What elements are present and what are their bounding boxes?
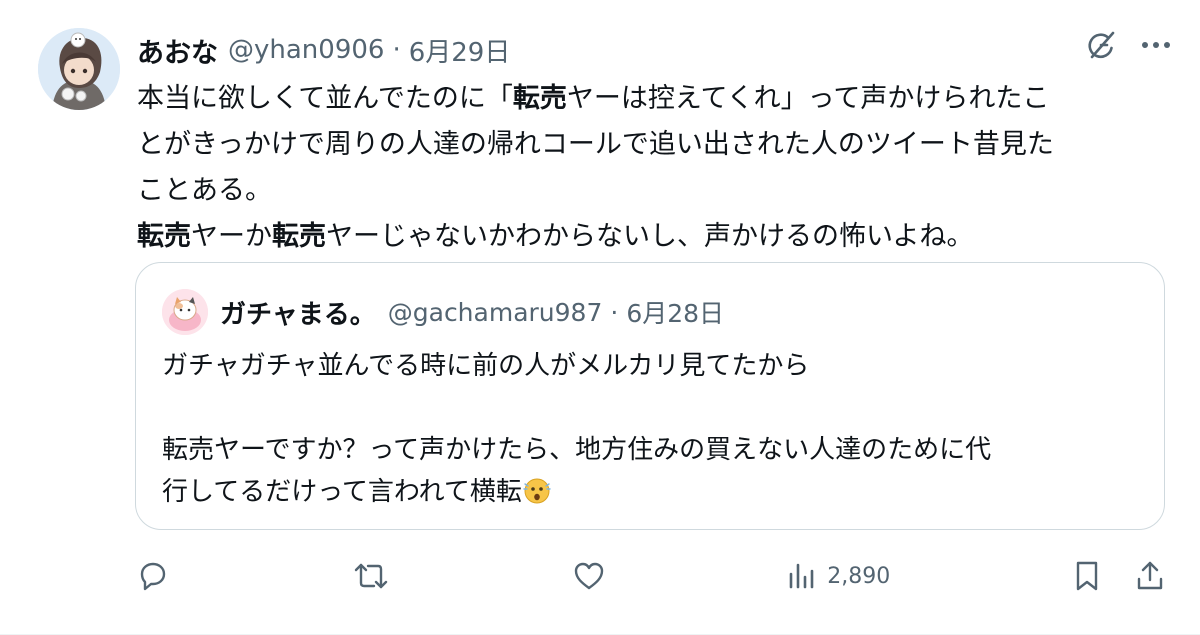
more-icon[interactable] [1140, 40, 1172, 50]
author-avatar[interactable] [38, 28, 120, 110]
quoted-tweet-date[interactable]: 6月28日 [626, 294, 724, 330]
text-segment-bold: 転売 [512, 83, 567, 114]
tweet-top-actions [1084, 28, 1172, 62]
reply-icon [140, 562, 166, 591]
share-icon [1137, 561, 1163, 590]
reply-button[interactable] [136, 559, 170, 593]
author-handle[interactable]: @yhan0906 [228, 35, 384, 65]
header-separator: · [392, 35, 401, 65]
quoted-text-line: 行してるだけって言われて横転 [162, 477, 522, 507]
quoted-author-handle[interactable]: @gachamaru987 [388, 298, 603, 327]
quoted-tweet-header: ガチャまる。 @gachamaru987 · 6月28日 [162, 289, 724, 335]
views-icon [789, 563, 814, 589]
tweet-text: 本当に欲しくて並んでたのに「転売ヤーは控えてくれ」って声かけられたこ とがきっか… [137, 76, 1177, 260]
author-avatar-image [38, 28, 120, 110]
quoted-author-avatar[interactable] [162, 289, 208, 335]
views-count: 2,890 [827, 563, 891, 589]
quoted-tweet[interactable]: ガチャまる。 @gachamaru987 · 6月28日 ガチャガチャ並んでる時… [135, 262, 1165, 530]
quoted-text-line-blank [162, 387, 1142, 429]
views-button[interactable]: 2,890 [787, 560, 890, 592]
quoted-header-separator: · [610, 297, 619, 327]
anxious-sweat-face-emoji [523, 478, 551, 504]
quoted-tweet-text: ガチャガチャ並んでる時に前の人がメルカリ見てたから 転売ヤーですか？って声かけた… [162, 345, 1142, 513]
like-icon [574, 562, 603, 590]
tweet-date[interactable]: 6月29日 [409, 32, 511, 69]
text-segment: ヤーは控えてくれ」って声かけられたこ [566, 83, 1050, 114]
author-display-name[interactable]: あおな [137, 31, 218, 70]
text-segment: ことある。 [137, 175, 272, 206]
tweet-header: あおな @yhan0906 · 6月29日 [137, 30, 510, 70]
like-button[interactable] [572, 559, 606, 593]
quoted-author-avatar-image [162, 289, 208, 335]
right-actions [1072, 559, 1166, 593]
tweet-text-line: 転売ヤーか転売ヤーじゃないかわからないし、声かけるの怖いよね。 [137, 214, 1177, 260]
quoted-text-line-last: 行してるだけって言われて横転 [162, 471, 1142, 513]
grok-icon[interactable] [1084, 28, 1118, 62]
text-segment: とがきっかけで周りの人達の帰れコールで追い出された人のツイート昔見た [137, 129, 1054, 160]
tweet[interactable]: あおな @yhan0906 · 6月29日 本当に欲しくて並んでたのに「転売ヤー… [0, 0, 1200, 635]
text-segment: 本当に欲しくて並んでたのに「 [137, 83, 513, 114]
share-button[interactable] [1134, 559, 1166, 593]
retweet-button[interactable] [352, 559, 390, 593]
retweet-icon [354, 563, 387, 589]
text-segment: ヤーか [191, 221, 272, 252]
quoted-text-line: ガチャガチャ並んでる時に前の人がメルカリ見てたから [162, 351, 810, 381]
tweet-text-line: 本当に欲しくて並んでたのに「転売ヤーは控えてくれ」って声かけられたこ [137, 76, 1177, 122]
tweet-action-bar: 2,890 [136, 556, 1166, 596]
bookmark-icon [1076, 561, 1098, 591]
quoted-text-line: 転売ヤーですか？って声かけたら、地方住みの買えない人達のために代 [162, 435, 992, 465]
tweet-text-line: とがきっかけで周りの人達の帰れコールで追い出された人のツイート昔見た [137, 122, 1177, 168]
text-segment-bold: 転売 [272, 221, 326, 252]
tweet-text-line: ことある。 [137, 168, 1177, 214]
text-segment: ヤーじゃないかわからないし、声かけるの怖いよね。 [326, 221, 974, 252]
text-segment-bold: 転売 [137, 221, 191, 252]
bookmark-button[interactable] [1072, 559, 1102, 593]
quoted-author-display-name[interactable]: ガチャまる。 [220, 294, 376, 331]
